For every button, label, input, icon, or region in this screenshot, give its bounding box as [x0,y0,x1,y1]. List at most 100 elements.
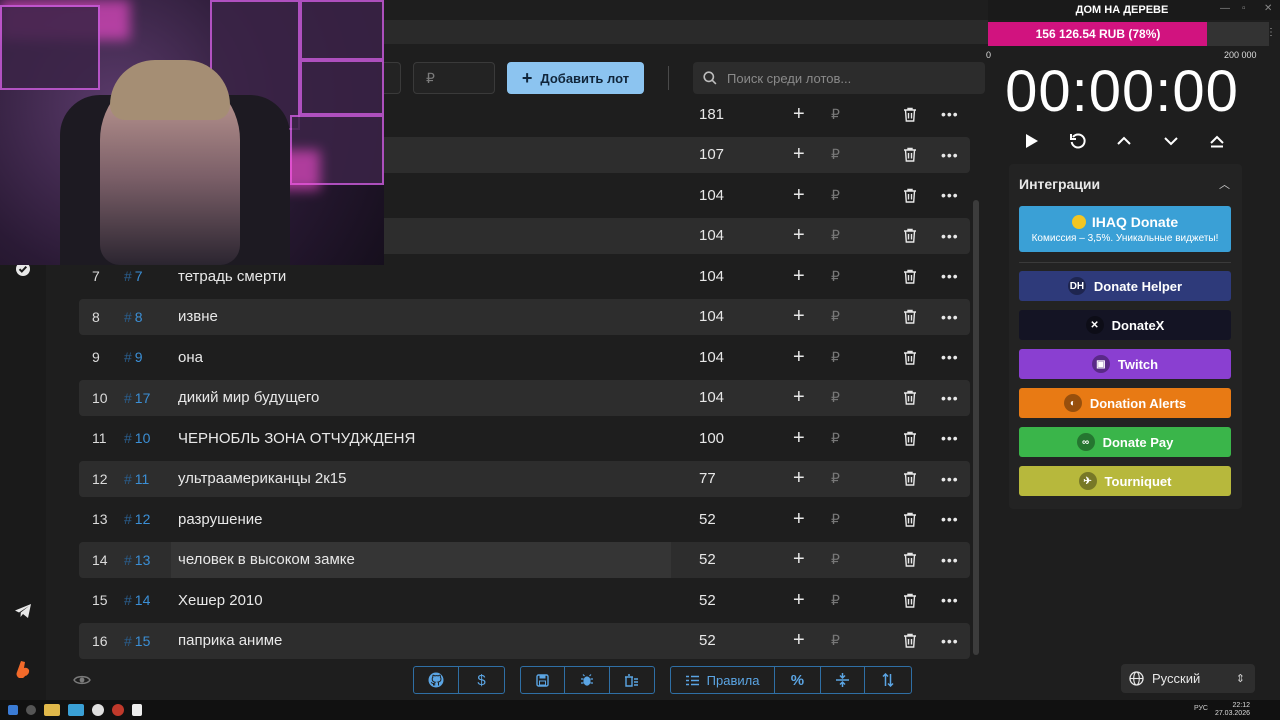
add-amount-button[interactable]: + [793,427,805,450]
add-amount-button[interactable]: + [793,305,805,328]
bug-report-button[interactable] [565,667,610,693]
lot-row[interactable]: 15 #14 Хешер 2010 52 + ₽ ••• [79,582,970,618]
ihaq-donate-button[interactable]: IHAQ Donate Комиссия – 3,5%. Уникальные … [1019,206,1231,252]
trash-icon[interactable] [903,228,917,243]
lot-row[interactable]: 13 #12 разрушение 52 + ₽ ••• [79,501,970,537]
add-amount-button[interactable]: + [793,265,805,288]
lot-row[interactable]: 8 #8 извне 104 + ₽ ••• [79,298,970,335]
more-options-icon[interactable]: ••• [941,228,959,244]
reset-button[interactable] [1067,130,1089,152]
trash-icon[interactable] [903,471,917,486]
add-amount-button[interactable]: + [793,184,805,207]
ruble-input[interactable]: ₽ [831,146,840,163]
scrollbar[interactable] [973,200,979,655]
lot-id-link[interactable]: #11 [124,471,149,487]
search-icon[interactable] [26,705,36,715]
ruble-input[interactable]: ₽ [831,349,840,366]
chevron-up-icon[interactable]: ︿ [1219,176,1230,192]
github-button[interactable] [414,667,460,693]
lot-id-link[interactable]: #15 [124,633,150,649]
more-options-icon[interactable]: ••• [941,349,959,365]
lot-id-link[interactable]: #10 [124,430,150,446]
trash-icon[interactable] [903,431,917,446]
maximize-icon[interactable]: ▫ [1242,3,1246,14]
trash-icon[interactable] [903,350,917,365]
add-amount-button[interactable]: + [793,143,805,166]
language-indicator[interactable]: РУС [1194,705,1208,712]
more-options-icon[interactable]: ••• [941,147,959,163]
add-amount-button[interactable]: + [793,467,805,490]
integration-tourniquet-button[interactable]: ✈ Tourniquet [1019,466,1231,496]
more-options-icon[interactable]: ••• [941,106,959,122]
clear-lots-button[interactable] [610,667,654,693]
add-amount-button[interactable]: + [793,589,805,612]
lot-row[interactable]: 16 #15 паприка аниме 52 + ₽ ••• [79,622,970,659]
telegram-app-icon[interactable] [68,704,84,716]
lot-name[interactable]: тетрадь смерти [178,268,286,285]
trash-icon[interactable] [903,107,917,122]
lot-name[interactable]: Хешер 2010 [178,592,263,609]
add-amount-button[interactable]: + [793,508,805,531]
more-options-icon[interactable]: ••• [941,471,959,487]
trash-icon[interactable] [903,390,917,405]
ruble-input[interactable]: ₽ [831,551,840,568]
chrome-icon[interactable] [92,704,104,716]
close-icon[interactable]: ✕ [1264,3,1272,14]
integration-donation-alerts-button[interactable]: ◐ Donation Alerts [1019,388,1231,418]
trash-icon[interactable] [903,633,917,648]
lot-id-link[interactable]: #13 [124,552,150,568]
play-button[interactable] [1021,130,1043,152]
add-amount-button[interactable]: + [793,346,805,369]
start-icon[interactable] [8,705,18,715]
eject-button[interactable] [1206,130,1228,152]
ruble-input[interactable]: ₽ [831,470,840,487]
trash-icon[interactable] [903,593,917,608]
price-input[interactable]: ₽ [413,62,495,94]
ruble-input[interactable]: ₽ [831,227,840,244]
eye-icon[interactable] [73,673,91,687]
lot-name[interactable]: дикий мир будущего [178,389,319,406]
trash-icon[interactable] [903,147,917,162]
search-input[interactable]: Поиск среди лотов... [693,62,985,94]
lot-id-link[interactable]: #12 [124,511,150,527]
more-options-icon[interactable]: ••• [941,187,959,203]
lot-id-link[interactable]: #7 [124,268,143,284]
ruble-input[interactable]: ₽ [831,632,840,649]
lot-name[interactable]: разрушение [178,511,262,528]
lot-id-link[interactable]: #9 [124,349,143,365]
more-options-icon[interactable]: ••• [941,268,959,284]
integration-twitch-button[interactable]: ▣ Twitch [1019,349,1231,379]
ruble-input[interactable]: ₽ [831,592,840,609]
trash-icon[interactable] [903,269,917,284]
lot-name[interactable]: извне [178,308,218,325]
rules-button[interactable]: Правила [671,667,776,693]
more-options-icon[interactable]: ••• [941,552,959,568]
add-lot-button[interactable]: + Добавить лот [507,62,644,94]
split-button[interactable] [821,667,866,693]
ruble-input[interactable]: ₽ [831,268,840,285]
add-amount-button[interactable]: + [793,629,805,652]
save-button[interactable] [521,667,566,693]
add-amount-button[interactable]: + [793,386,805,409]
lot-row[interactable]: 10 #17 дикий мир будущего 104 + ₽ ••• [79,379,970,416]
lot-name[interactable]: она [178,349,203,366]
ruble-input[interactable]: ₽ [831,106,840,123]
lot-id-link[interactable]: #14 [124,592,150,608]
lot-row[interactable]: 11 #10 ЧЕРНОБЛЬ ЗОНА ОТЧУДЖДЕНЯ 100 + ₽ ••• [79,420,970,456]
boosty-icon[interactable] [12,658,34,680]
more-options-icon[interactable]: ••• [941,592,959,608]
more-options-icon[interactable]: ••• [941,511,959,527]
trash-icon[interactable] [903,552,917,567]
telegram-icon[interactable] [12,600,34,622]
trash-icon[interactable] [903,309,917,324]
more-options-icon[interactable]: ••• [941,309,959,325]
clock[interactable]: 22:12 27.03.2026 [1215,702,1250,718]
lot-row[interactable]: 12 #11 ультраамериканцы 2к15 77 + ₽ ••• [79,460,970,497]
obs-icon[interactable] [112,704,124,716]
integration-donate-pay-button[interactable]: ∞ Donate Pay [1019,427,1231,457]
increase-button[interactable] [1113,130,1135,152]
trash-icon[interactable] [903,188,917,203]
lot-name[interactable]: человек в высоком замке [178,551,355,568]
lot-row[interactable]: 14 #13 человек в высоком замке 52 + ₽ ••• [79,541,970,578]
lot-name[interactable]: ЧЕРНОБЛЬ ЗОНА ОТЧУДЖДЕНЯ [178,430,415,447]
